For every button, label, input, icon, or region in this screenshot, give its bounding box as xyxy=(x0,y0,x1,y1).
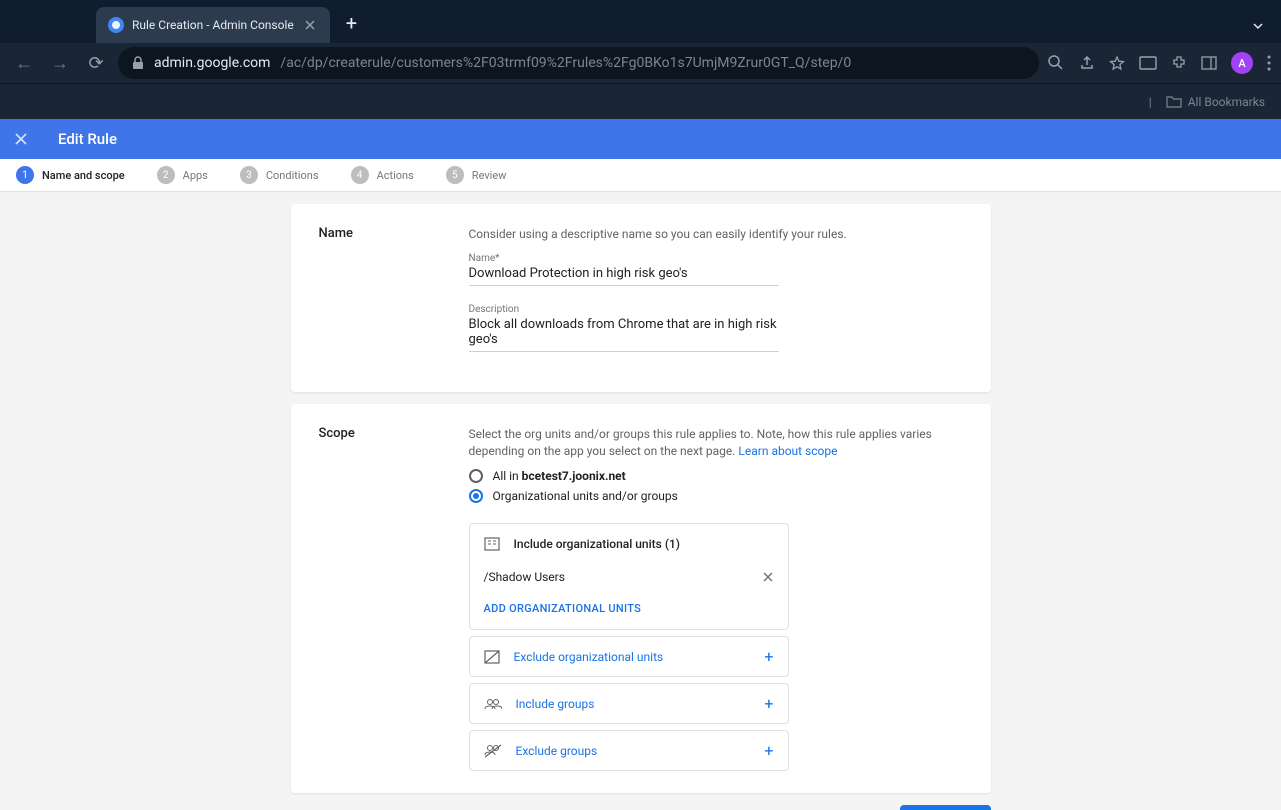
include-groups-row[interactable]: Include groups + xyxy=(469,683,789,724)
extensions-icon[interactable] xyxy=(1171,55,1187,71)
radio-ou-groups[interactable]: Organizational units and/or groups xyxy=(469,489,963,503)
rule-name-input[interactable]: Download Protection in high risk geo's xyxy=(469,266,779,286)
bookmark-icon[interactable] xyxy=(1109,55,1125,71)
bookmarks-bar: | All Bookmarks xyxy=(0,83,1281,119)
tab-dropdown-icon[interactable] xyxy=(1251,19,1265,33)
cancel-button[interactable]: CANCEL xyxy=(817,805,886,810)
tab-title: Rule Creation - Admin Console xyxy=(132,18,294,32)
radio-all-prefix: All in xyxy=(493,469,522,483)
reload-icon[interactable]: ⟳ xyxy=(82,53,110,74)
page-title: Edit Rule xyxy=(58,130,117,148)
group-icon xyxy=(484,698,502,710)
remove-ou-icon[interactable] xyxy=(762,571,774,583)
exclude-groups-row[interactable]: Exclude groups + xyxy=(469,730,789,771)
plus-icon: + xyxy=(764,741,773,760)
include-ou-box: Include organizational units (1) /Shadow… xyxy=(469,523,789,630)
exclude-ou-label: Exclude organizational units xyxy=(514,650,664,664)
step-conditions[interactable]: 3Conditions xyxy=(240,166,319,184)
share-icon[interactable] xyxy=(1079,55,1095,71)
section-scope-label: Scope xyxy=(319,426,469,772)
include-ou-header: Include organizational units (1) xyxy=(470,524,788,564)
org-unit-icon xyxy=(484,536,500,552)
url-path: /ac/dp/createrule/customers%2F03trmf09%2… xyxy=(280,55,851,71)
url-host: admin.google.com xyxy=(154,55,270,71)
plus-icon: + xyxy=(764,647,773,666)
menu-icon[interactable] xyxy=(1267,55,1271,71)
include-ou-title: Include organizational units (1) xyxy=(514,537,681,551)
scope-hint: Select the org units and/or groups this … xyxy=(469,426,963,460)
rule-desc-input[interactable]: Block all downloads from Chrome that are… xyxy=(469,317,779,352)
all-bookmarks-link[interactable]: All Bookmarks xyxy=(1188,95,1265,109)
step-name-scope[interactable]: 1Name and scope xyxy=(16,166,125,184)
desc-field-label: Description xyxy=(469,304,963,315)
radio-icon xyxy=(469,469,483,483)
back-icon[interactable]: ← xyxy=(10,53,38,74)
exclude-groups-label: Exclude groups xyxy=(516,744,598,758)
radio-icon xyxy=(469,489,483,503)
scope-hint-text: Select the org units and/or groups this … xyxy=(469,427,932,458)
lock-icon xyxy=(132,56,144,70)
radio-ou-label: Organizational units and/or groups xyxy=(493,489,678,503)
name-hint: Consider using a descriptive name so you… xyxy=(469,226,963,243)
name-field-label: Name* xyxy=(469,253,963,264)
ou-item-path: /Shadow Users xyxy=(484,570,565,584)
omnibox-bar: ← → ⟳ admin.google.com/ac/dp/createrule/… xyxy=(0,43,1281,83)
profile-avatar[interactable]: A xyxy=(1231,52,1253,74)
folder-icon xyxy=(1166,95,1182,108)
new-tab-button[interactable]: + xyxy=(346,11,357,35)
close-icon[interactable] xyxy=(302,17,318,33)
group-off-icon xyxy=(484,744,502,758)
ou-item: /Shadow Users xyxy=(470,564,788,590)
content-area: Name Consider using a descriptive name s… xyxy=(0,192,1281,810)
search-icon[interactable] xyxy=(1047,54,1065,72)
continue-button[interactable]: CONTINUE xyxy=(900,805,990,810)
close-rule-icon[interactable] xyxy=(14,132,34,146)
name-card: Name Consider using a descriptive name s… xyxy=(291,204,991,392)
step-apps[interactable]: 2Apps xyxy=(157,166,208,184)
exclude-ou-row[interactable]: Exclude organizational units + xyxy=(469,636,789,677)
forward-icon[interactable]: → xyxy=(46,53,74,74)
org-unit-off-icon xyxy=(484,649,500,665)
learn-scope-link[interactable]: Learn about scope xyxy=(738,444,837,458)
step-actions[interactable]: 4Actions xyxy=(351,166,414,184)
cast-icon[interactable] xyxy=(1139,56,1157,70)
app-header: Edit Rule xyxy=(0,119,1281,159)
sidepanel-icon[interactable] xyxy=(1201,56,1217,70)
omnibox[interactable]: admin.google.com/ac/dp/createrule/custom… xyxy=(118,47,1039,79)
button-row: CANCEL CONTINUE xyxy=(291,805,991,810)
plus-icon: + xyxy=(764,694,773,713)
browser-tab-bar: Rule Creation - Admin Console + xyxy=(0,0,1281,43)
include-groups-label: Include groups xyxy=(516,697,595,711)
step-review[interactable]: 5Review xyxy=(446,166,507,184)
stepper: 1Name and scope 2Apps 3Conditions 4Actio… xyxy=(0,159,1281,192)
tab-favicon xyxy=(108,17,124,33)
add-ou-link[interactable]: ADD ORGANIZATIONAL UNITS xyxy=(470,590,788,629)
scope-card: Scope Select the org units and/or groups… xyxy=(291,404,991,794)
section-name-label: Name xyxy=(319,226,469,370)
browser-tab[interactable]: Rule Creation - Admin Console xyxy=(96,7,330,43)
radio-all-domain-name: bcetest7.joonix.net xyxy=(522,469,626,483)
radio-all-domain[interactable]: All in bcetest7.joonix.net xyxy=(469,469,963,483)
